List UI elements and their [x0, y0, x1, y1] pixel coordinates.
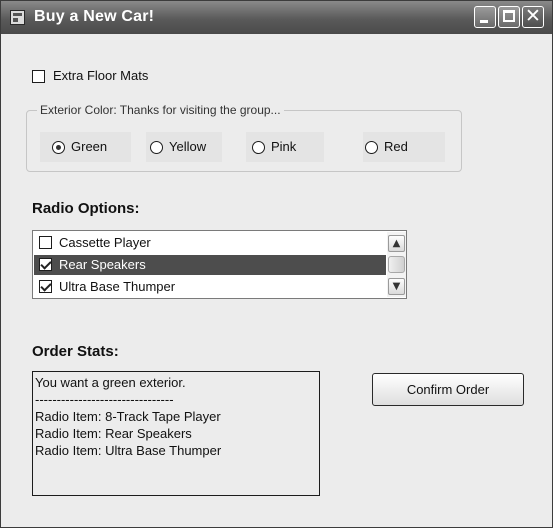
radio-pink-label[interactable]: Pink [271, 139, 296, 154]
order-stats-line: Radio Item: Ultra Base Thumper [35, 443, 222, 458]
radio-red-indicator[interactable] [365, 141, 378, 154]
order-stats-line: You want a green exterior. [35, 375, 186, 390]
list-item-label: Ultra Base Thumper [59, 279, 176, 294]
list-item-label: Rear Speakers [59, 257, 146, 272]
order-stats-line: Radio Item: 8-Track Tape Player [35, 409, 221, 424]
floor-mats-checkbox[interactable] [32, 70, 45, 83]
close-button[interactable]: ✕ [522, 6, 544, 28]
list-item[interactable]: Ultra Base Thumper [34, 277, 386, 297]
list-item-checkbox[interactable] [39, 236, 52, 249]
floor-mats-label[interactable]: Extra Floor Mats [53, 68, 148, 83]
minimize-button[interactable] [474, 6, 496, 28]
list-item[interactable]: Cassette Player [34, 233, 386, 253]
minimize-icon [480, 20, 488, 23]
radio-yellow[interactable]: Yellow [146, 132, 222, 162]
window-title: Buy a New Car! [34, 8, 155, 25]
radio-green-indicator[interactable] [52, 141, 65, 154]
title-bar[interactable]: Buy a New Car! ✕ [1, 1, 552, 34]
radio-green-label[interactable]: Green [71, 139, 107, 154]
radio-yellow-label[interactable]: Yellow [169, 139, 206, 154]
order-stats-line: Radio Item: Rear Speakers [35, 426, 192, 441]
scroll-down-icon[interactable]: ▼ [388, 278, 405, 295]
app-form-icon[interactable] [10, 10, 25, 25]
scroll-thumb[interactable] [388, 256, 405, 273]
order-stats-line: -------------------------------- [35, 392, 174, 407]
list-item-checkbox[interactable] [39, 258, 52, 271]
radio-options-heading: Radio Options: [32, 200, 140, 217]
maximize-button[interactable] [498, 6, 520, 28]
order-stats-textbox[interactable]: You want a green exterior. -------------… [32, 371, 320, 496]
confirm-order-button[interactable]: Confirm Order [372, 373, 524, 406]
order-stats-heading: Order Stats: [32, 343, 119, 360]
radio-pink-indicator[interactable] [252, 141, 265, 154]
close-icon: ✕ [525, 5, 541, 27]
list-scrollbar[interactable]: ▲ ▼ [387, 232, 406, 297]
exterior-color-legend: Exterior Color: Thanks for visiting the … [37, 103, 284, 117]
radio-red[interactable]: Red [363, 132, 445, 162]
radio-red-label[interactable]: Red [384, 139, 408, 154]
radio-yellow-indicator[interactable] [150, 141, 163, 154]
radio-green[interactable]: Green [40, 132, 131, 162]
list-item-label: Cassette Player [59, 235, 151, 250]
radio-pink[interactable]: Pink [246, 132, 324, 162]
radio-options-checked-list[interactable]: Cassette Player Rear Speakers Ultra Base… [32, 230, 407, 299]
main-window: Buy a New Car! ✕ Extra Floor Mats Exteri… [0, 0, 553, 528]
list-item-checkbox[interactable] [39, 280, 52, 293]
list-item[interactable]: Rear Speakers [34, 255, 386, 275]
scroll-up-icon[interactable]: ▲ [388, 235, 405, 252]
maximize-icon [503, 10, 515, 22]
